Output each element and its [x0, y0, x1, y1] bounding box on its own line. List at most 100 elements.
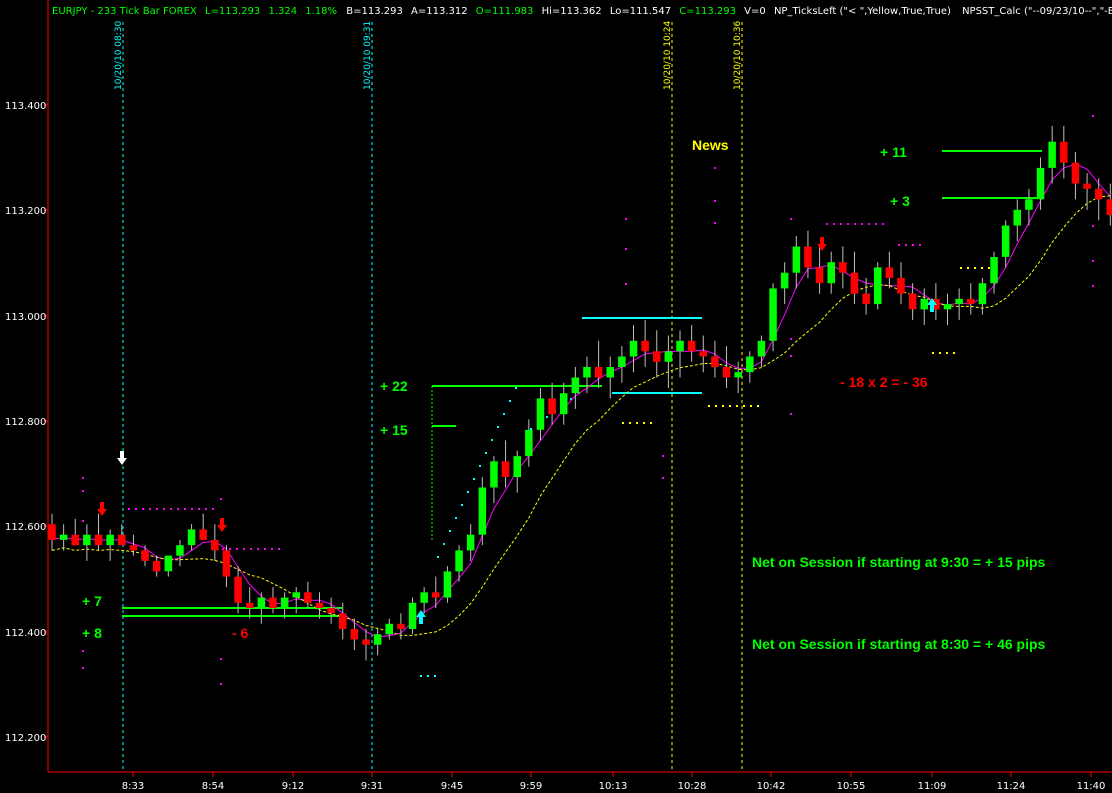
y-tick-label: 112.400 [5, 628, 46, 639]
candle-down [711, 356, 719, 367]
x-tick-label: 11:40 [1077, 781, 1106, 792]
candle-up [513, 456, 521, 478]
y-tick-label: 113.400 [5, 101, 46, 112]
indicator-dot [736, 405, 738, 407]
candle-up [955, 298, 963, 305]
indicator-dot [530, 428, 532, 430]
candle-down [432, 592, 440, 598]
annotation-label: Net on Session if starting at 9:30 = + 1… [752, 554, 1046, 570]
indicator-dot [177, 508, 179, 510]
candle-down [862, 293, 870, 305]
candle-down [1095, 188, 1103, 200]
y-tick-label: 112.600 [5, 522, 46, 533]
indicator-dot [643, 422, 645, 424]
indicator-dot [135, 508, 137, 510]
candle-up [478, 487, 487, 535]
y-tick-label: 112.200 [5, 733, 46, 744]
indicator-dot [625, 283, 627, 285]
indicator-dot [503, 413, 505, 415]
vertical-marker-label: 10/20/10 10:36 [733, 21, 743, 90]
indicator-dot [714, 167, 716, 169]
candle-up [1048, 141, 1056, 168]
indicator-dot [840, 223, 842, 225]
annotation-label: News [692, 137, 729, 153]
candle-down [350, 629, 359, 640]
indicator-dot [898, 244, 900, 246]
indicator-dot [515, 387, 517, 389]
x-tick-label: 10:42 [757, 781, 786, 792]
candle-down [850, 272, 859, 294]
x-tick-label: 11:09 [918, 781, 947, 792]
indicator-dot [250, 548, 252, 550]
candle-down [48, 524, 56, 540]
indicator-dot [919, 244, 921, 246]
candle-up [792, 246, 801, 273]
header-bid: B=113.293 [346, 6, 403, 17]
indicator-dot [988, 267, 990, 269]
annotation-label: + 3 [890, 193, 910, 209]
header-ask: A=113.312 [411, 6, 468, 17]
indicator-dot [82, 650, 84, 652]
x-tick-label: 9:31 [361, 781, 383, 792]
indicator-dot [912, 244, 914, 246]
vertical-marker-label: 10/20/10 08:30 [114, 21, 124, 90]
indicator-dot [1092, 115, 1094, 117]
indicator-dot [875, 223, 877, 225]
candle-up [187, 529, 196, 546]
indicator-dot [854, 223, 856, 225]
annotation-label: - 18 x 2 = - 36 [840, 374, 928, 390]
candle-down [548, 398, 556, 415]
candle-up [292, 592, 300, 598]
candle-up [618, 356, 626, 367]
candle-up [920, 298, 928, 310]
annotation-label: + 11 [880, 144, 907, 160]
indicator-dot [662, 455, 664, 457]
indicator-dot [184, 508, 186, 510]
indicator-dot [142, 508, 144, 510]
vertical-marker-label: 10/20/10 10:24 [663, 21, 673, 90]
x-tick-label: 8:54 [202, 781, 224, 792]
indicator-dot [1092, 285, 1094, 287]
candle-up [769, 288, 777, 341]
indicator-dot [271, 548, 273, 550]
indicator-dot [1092, 225, 1094, 227]
indicator-dot [257, 548, 259, 550]
candle-up [176, 545, 184, 556]
candle-down [594, 367, 603, 378]
x-tick-label: 8:33 [122, 781, 144, 792]
x-tick-label: 9:12 [282, 781, 304, 792]
indicator-dot [826, 223, 828, 225]
candle-up [443, 571, 452, 598]
chart-background [0, 0, 1112, 793]
indicator-dot [479, 465, 481, 467]
indicator-dot [905, 244, 907, 246]
header-close: C=113.293 [679, 6, 736, 17]
annotation-label: + 7 [82, 593, 102, 609]
annotation-label: + 8 [82, 625, 102, 641]
candle-down [722, 367, 731, 378]
candle-down [222, 550, 231, 577]
indicator-dot [868, 223, 870, 225]
indicator-dot [939, 352, 941, 354]
candle-up [164, 555, 173, 572]
header-symbol: EURJPY - 233 Tick Bar FOREX [52, 6, 197, 17]
candle-up [59, 534, 68, 540]
candle-down [234, 576, 242, 603]
candle-up [466, 534, 475, 551]
indicator-dot [191, 508, 193, 510]
candle-down [908, 293, 917, 310]
candle-up [385, 623, 393, 635]
annotation-label: - 6 [232, 625, 249, 641]
y-tick-label: 113.200 [5, 206, 46, 217]
candle-down [327, 608, 335, 614]
indicator-dot [790, 338, 792, 340]
candle-down [897, 277, 905, 294]
candle-down [1071, 162, 1080, 184]
indicator-dot [82, 667, 84, 669]
candle-down [1106, 199, 1112, 215]
price-chart[interactable]: EURJPY - 233 Tick Bar FOREX L=113.293 1.… [0, 0, 1112, 793]
indicator-dot [625, 218, 627, 220]
candle-down [71, 534, 79, 546]
indicator-dot [960, 267, 962, 269]
indicator-dot [967, 267, 969, 269]
